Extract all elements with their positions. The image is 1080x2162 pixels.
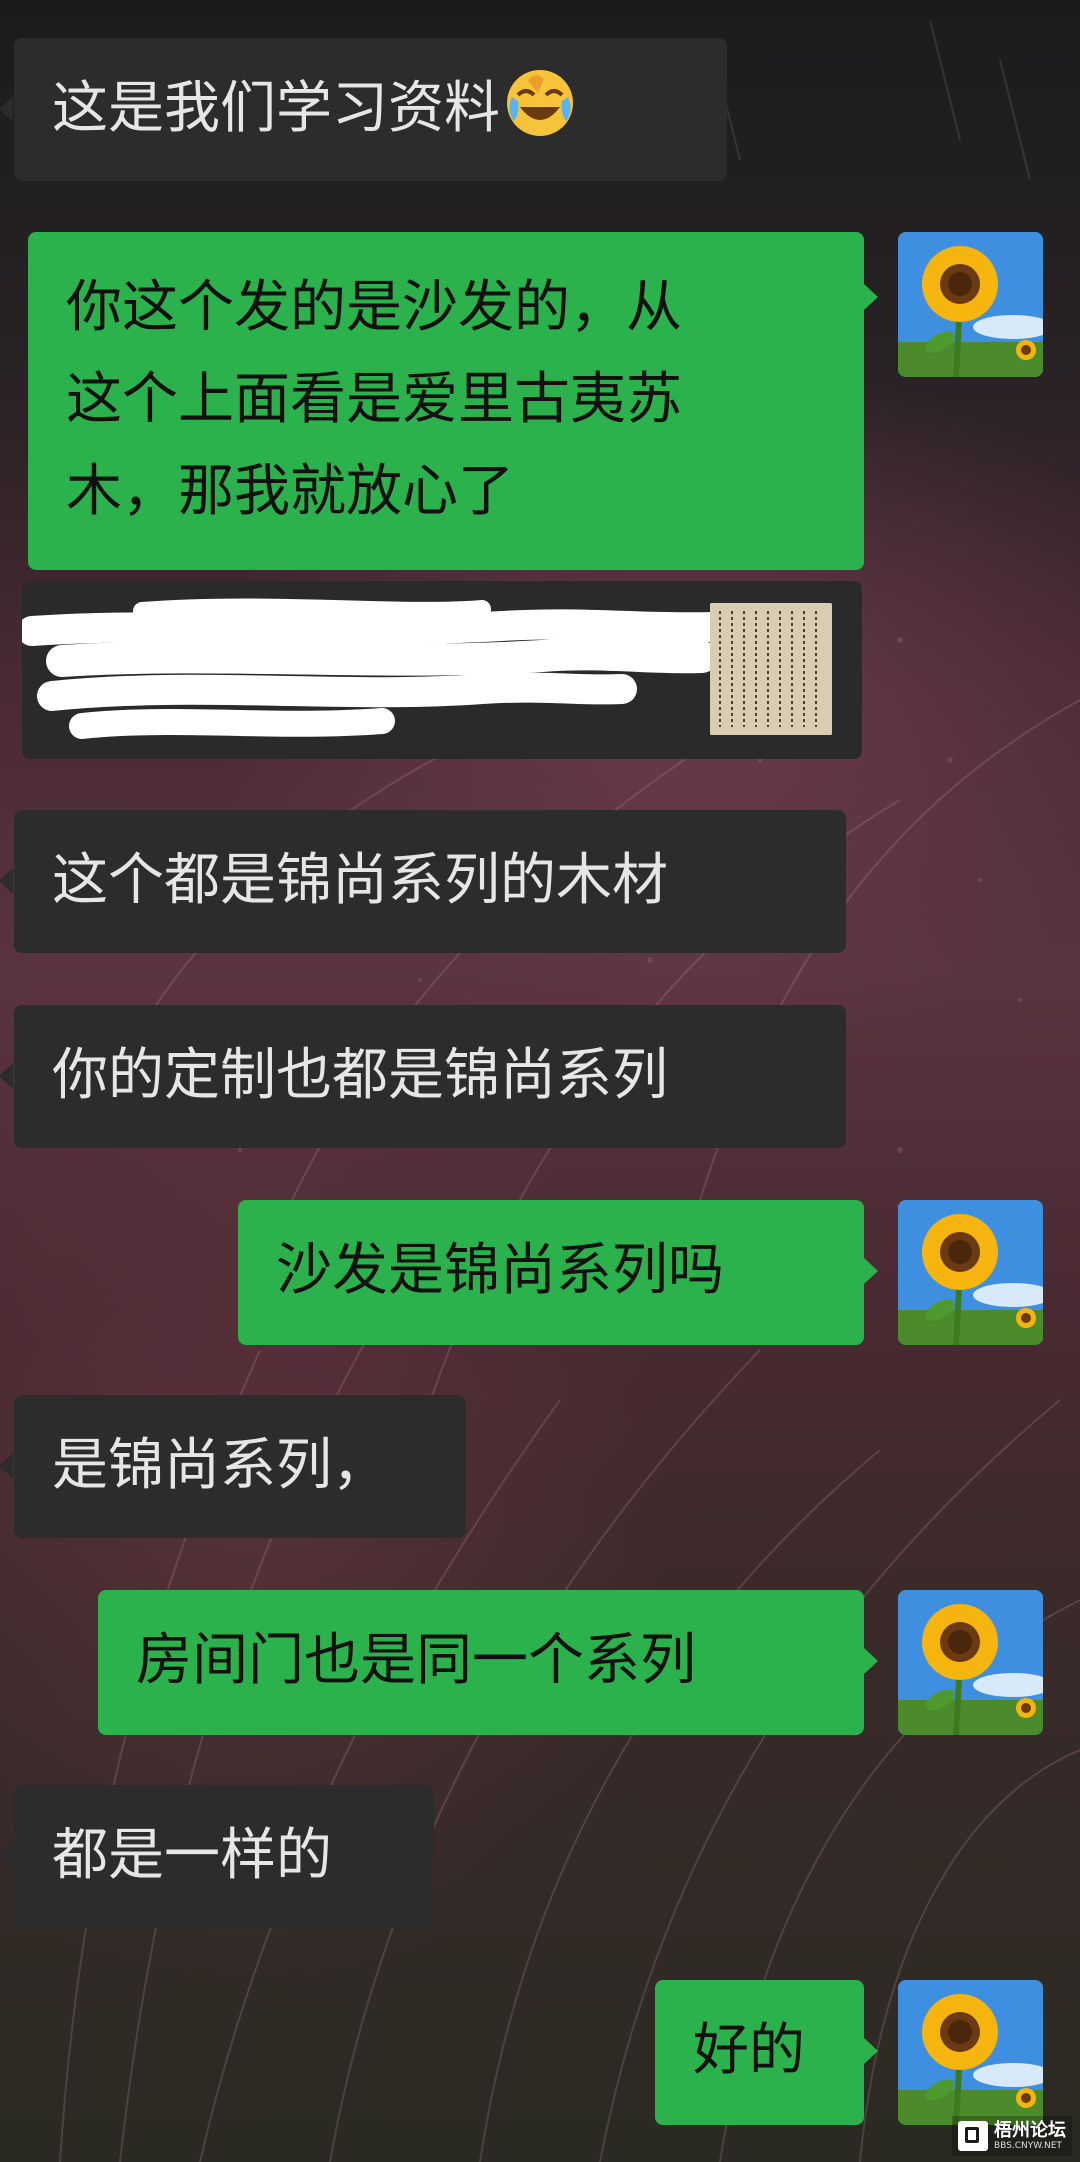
message-row: 是锦尚系列， [0,1395,1080,1538]
bubble-tail [864,1258,878,1284]
outgoing-message-bubble[interactable]: 沙发是锦尚系列吗 [238,1200,864,1345]
sunflower-avatar[interactable] [898,1980,1043,2125]
bubble-tail [864,2038,878,2064]
forum-watermark: 梧州论坛 BBS.CNYW.NET [952,2116,1072,2156]
message-text-line: 木，那我就放心了 [66,459,514,524]
laughing-crying-emoji-icon [504,67,576,139]
bubble-tail [864,1648,878,1674]
outgoing-message-bubble[interactable]: 好的 [655,1980,864,2125]
redaction-scribble [22,598,712,739]
incoming-message-bubble[interactable]: 这是我们学习资料 [14,38,727,181]
watermark-name: 梧州论坛 [994,2119,1066,2141]
message-row: 都是一样的 [0,1785,1080,1928]
message-row: 沙发是锦尚系列吗 [0,1200,1080,1345]
message-text-line: 你这个发的是沙发的，从 [66,275,682,340]
incoming-message-bubble[interactable]: 你的定制也都是锦尚系列 [14,1005,846,1148]
bubble-tail [0,1453,13,1479]
message-row: 好的 [0,1980,1080,2125]
watermark-url: BBS.CNYW.NET [994,2140,1062,2151]
bubble-tail [0,1063,13,1089]
message-row: 你的定制也都是锦尚系列 [0,1005,1080,1148]
incoming-message-bubble[interactable]: 这个都是锦尚系列的木材 [14,810,846,953]
message-row: 你这个发的是沙发的，从 这个上面看是爱里古夷苏 木，那我就放心了 [0,232,1080,570]
message-row: 这是我们学习资料 [0,38,1080,181]
message-row: 这个都是锦尚系列的木材 [0,810,1080,953]
message-text: 房间门也是同一个系列 [136,1628,696,1693]
message-text-line: 这个上面看是爱里古夷苏 [66,367,682,432]
message-text: 这是我们学习资料 [52,76,500,141]
forum-logo-icon [958,2121,988,2151]
message-text: 好的 [693,2018,805,2083]
message-row: 房间门也是同一个系列 [0,1590,1080,1735]
watermark-text: 梧州论坛 BBS.CNYW.NET [994,2119,1066,2151]
document-thumbnail-icon [710,603,832,735]
bubble-tail [864,284,878,310]
message-text: 这个都是锦尚系列的木材 [52,848,668,913]
outgoing-message-bubble[interactable]: 你这个发的是沙发的，从 这个上面看是爱里古夷苏 木，那我就放心了 [28,232,864,570]
bubble-tail [0,96,13,122]
incoming-message-bubble[interactable]: 是锦尚系列， [14,1395,466,1538]
message-text: 沙发是锦尚系列吗 [276,1238,724,1303]
sunflower-avatar[interactable] [898,232,1043,377]
bubble-tail [0,868,13,894]
bubble-tail [0,1843,13,1869]
outgoing-message-bubble[interactable]: 房间门也是同一个系列 [98,1590,864,1735]
message-text: 你的定制也都是锦尚系列 [52,1043,668,1108]
message-text: 是锦尚系列， [52,1433,388,1498]
sunflower-avatar[interactable] [898,1200,1043,1345]
quoted-message-card[interactable] [22,581,862,759]
message-text: 都是一样的 [52,1823,332,1888]
sunflower-avatar[interactable] [898,1590,1043,1735]
incoming-message-bubble[interactable]: 都是一样的 [14,1785,434,1928]
